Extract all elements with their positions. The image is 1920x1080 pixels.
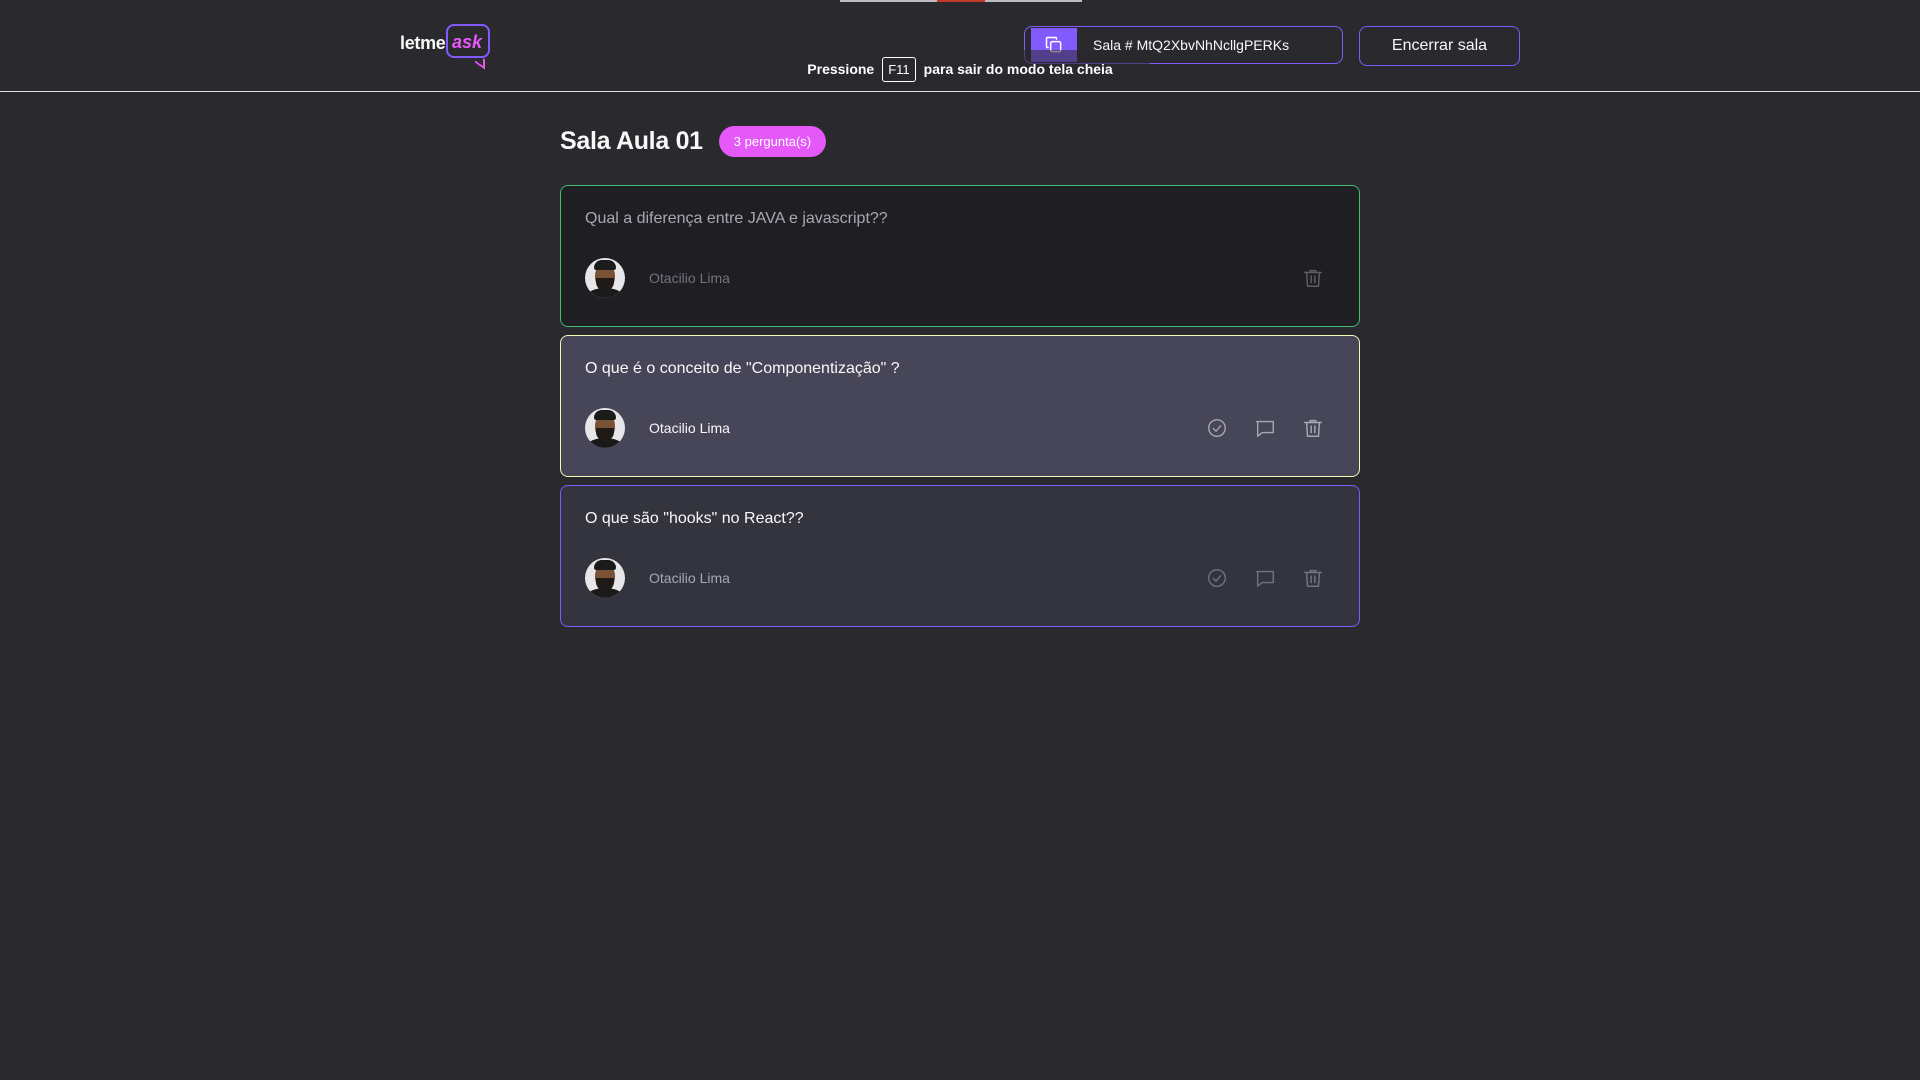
answer-icon[interactable] xyxy=(1253,566,1277,590)
letmeask-logo[interactable]: letme ask xyxy=(398,22,498,72)
question-content: Qual a diferença entre JAVA e javascript… xyxy=(585,210,888,227)
avatar xyxy=(585,558,625,598)
question-actions xyxy=(1205,416,1335,440)
question-content: O que é o conceito de "Componentização" … xyxy=(585,360,900,377)
question-author: Otacilio Lima xyxy=(585,558,730,598)
question-footer: Otacilio Lima xyxy=(585,407,1335,449)
trash-icon[interactable] xyxy=(1301,416,1325,440)
question-content: O que são "hooks" no React?? xyxy=(585,510,804,527)
answer-icon[interactable] xyxy=(1253,416,1277,440)
logo-text-prefix: letme xyxy=(400,33,446,53)
question-author: Otacilio Lima xyxy=(585,258,730,298)
author-name: Otacilio Lima xyxy=(649,420,730,436)
trash-icon[interactable] xyxy=(1301,266,1325,290)
author-name: Otacilio Lima xyxy=(649,570,730,586)
end-room-button[interactable]: Encerrar sala xyxy=(1359,26,1520,66)
fullscreen-notice-suffix: para sair do modo tela cheia xyxy=(923,61,1113,77)
room-title-row: Sala Aula 01 3 pergunta(s) xyxy=(560,126,827,157)
logo-text-accent: ask xyxy=(452,32,483,52)
question-card: O que são "hooks" no React?? Otacilio Li… xyxy=(560,485,1360,627)
question-card: O que é o conceito de "Componentização" … xyxy=(560,335,1360,477)
fullscreen-notice: Pressione F11 para sair do modo tela che… xyxy=(770,50,1150,88)
page-title: Sala Aula 01 xyxy=(560,127,703,155)
avatar xyxy=(585,408,625,448)
question-author: Otacilio Lima xyxy=(585,408,730,448)
question-count-badge: 3 pergunta(s) xyxy=(718,126,827,157)
question-footer: Otacilio Lima xyxy=(585,257,1335,299)
author-name: Otacilio Lima xyxy=(649,270,730,286)
trash-icon[interactable] xyxy=(1301,566,1325,590)
question-card: Qual a diferença entre JAVA e javascript… xyxy=(560,185,1360,327)
question-actions xyxy=(1205,566,1335,590)
check-circle-icon[interactable] xyxy=(1205,566,1229,590)
question-footer: Otacilio Lima xyxy=(585,557,1335,599)
fullscreen-notice-prefix: Pressione xyxy=(807,61,875,77)
fullscreen-notice-key: F11 xyxy=(882,56,916,82)
check-circle-icon[interactable] xyxy=(1205,416,1229,440)
question-actions xyxy=(1301,266,1335,290)
avatar xyxy=(585,258,625,298)
